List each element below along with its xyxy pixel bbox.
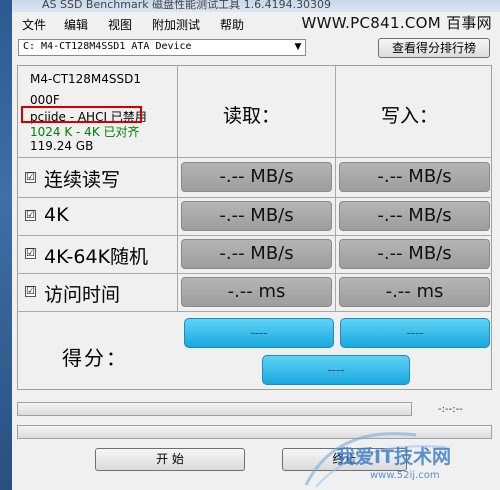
drive-model: M4-CT128M4SSD1	[30, 72, 142, 86]
highlight-box	[21, 106, 142, 123]
4k64-checkbox[interactable]: ☑	[25, 248, 36, 259]
seq-checkbox[interactable]: ☑	[25, 172, 36, 183]
seq-write-result: -.-- MB/s	[339, 162, 490, 192]
seq-read-result: -.-- MB/s	[181, 162, 332, 192]
4k-read-result: -.-- MB/s	[181, 201, 332, 231]
divider	[17, 235, 492, 236]
view-ranking-button[interactable]: 查看得分排行榜	[378, 38, 490, 58]
drive-alignment: 1024 K - 4K 已对齐	[30, 125, 140, 139]
app-window: AS SSD Benchmark 磁盘性能测试工具 1.6.4194.30309…	[0, 0, 500, 490]
access-time-write-result: -.-- ms	[339, 277, 490, 307]
drive-select-value: C: M4-CT128M4SSD1 ATA Device	[23, 41, 192, 52]
4k64-write-result: -.-- MB/s	[339, 239, 490, 269]
drive-select[interactable]: C: M4-CT128M4SSD1 ATA Device ▼	[18, 39, 306, 56]
4k64-label: 4K-64K随机	[44, 246, 149, 268]
menu-help[interactable]: 帮助	[220, 16, 244, 33]
write-column-header: 写入：	[381, 105, 439, 127]
test-progress-bar	[17, 402, 412, 416]
seq-label: 连续读写	[44, 169, 121, 191]
total-score: ----	[262, 355, 410, 385]
watermark-site-url: www.52ij.com	[370, 470, 440, 481]
menu-edit[interactable]: 编辑	[64, 16, 88, 33]
read-column-header: 读取：	[223, 105, 281, 127]
4k-label: 4K	[44, 204, 69, 226]
access-time-label: 访问时间	[44, 284, 121, 306]
divider	[17, 197, 492, 198]
total-progress-bar	[17, 425, 492, 439]
start-button[interactable]: 开 始	[95, 448, 245, 471]
divider	[17, 157, 492, 158]
menu-tools[interactable]: 附加测试	[152, 16, 200, 33]
drive-capacity: 119.24 GB	[30, 139, 94, 153]
menu-file[interactable]: 文件	[22, 16, 46, 33]
divider	[17, 311, 492, 312]
write-score: ----	[340, 318, 490, 348]
window-title: AS SSD Benchmark 磁盘性能测试工具 1.6.4194.30309	[42, 0, 332, 11]
4k-write-result: -.-- MB/s	[339, 201, 490, 231]
watermark-site-name: 我爱IT技术网	[336, 446, 452, 468]
divider	[177, 65, 178, 311]
menu-view[interactable]: 视图	[108, 16, 132, 33]
drive-firmware: 000F	[30, 93, 60, 107]
read-score: ----	[184, 318, 334, 348]
score-label: 得分：	[62, 346, 128, 370]
4k-checkbox[interactable]: ☑	[25, 210, 36, 221]
divider	[17, 273, 492, 274]
4k64-read-result: -.-- MB/s	[181, 239, 332, 269]
access-time-read-result: -.-- ms	[181, 277, 332, 307]
divider	[335, 65, 336, 311]
desktop-edge	[0, 0, 12, 490]
title-bar: AS SSD Benchmark 磁盘性能测试工具 1.6.4194.30309	[12, 0, 500, 12]
elapsed-time: -:--:--	[438, 404, 463, 415]
site-watermark: WWW.PC841.COM 百事网	[301, 14, 492, 32]
access-time-checkbox[interactable]: ☑	[25, 286, 36, 297]
chevron-down-icon[interactable]: ▼	[291, 40, 305, 55]
